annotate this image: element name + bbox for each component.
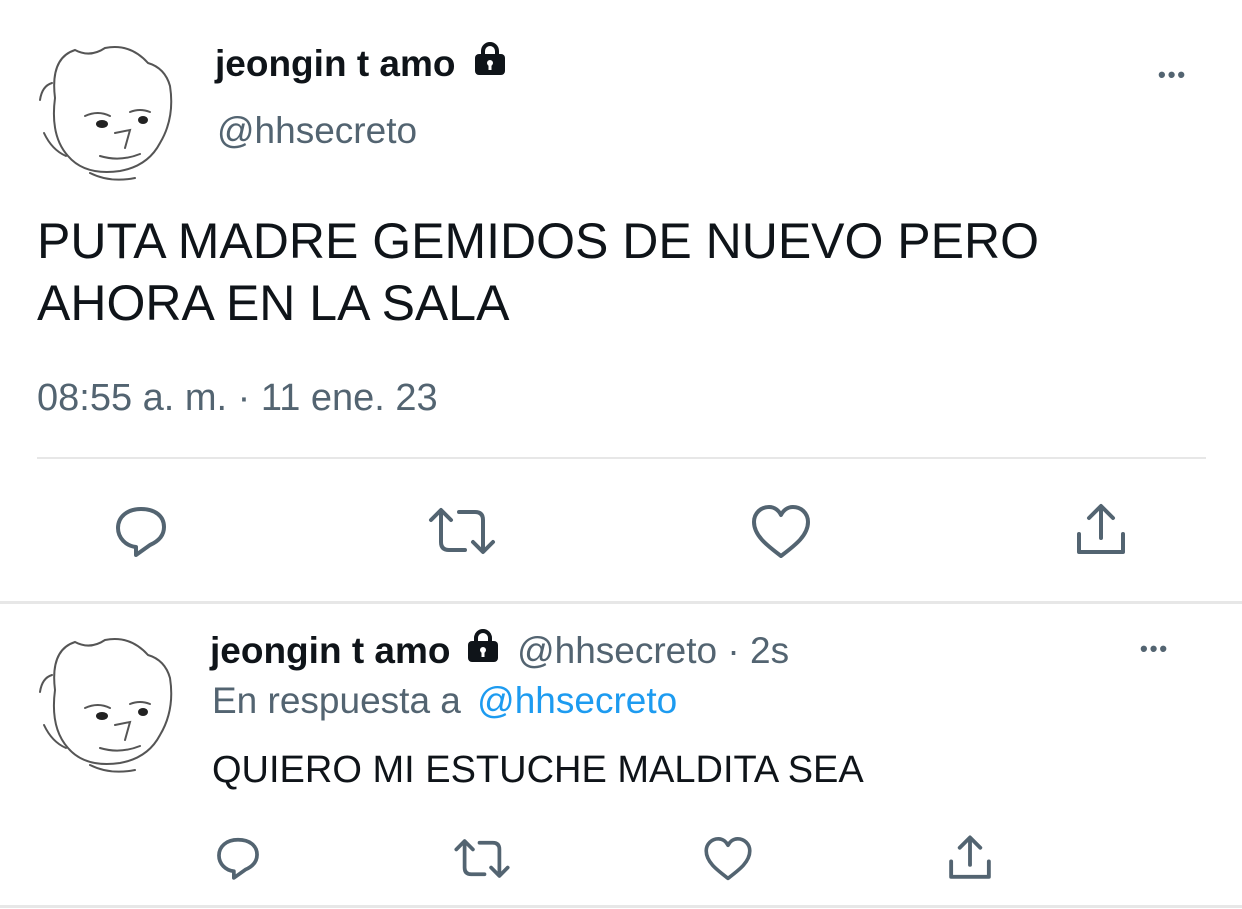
main-reply-button[interactable]	[112, 502, 170, 560]
reply-like-button[interactable]	[703, 836, 753, 882]
reply-prefix: En respuesta a	[212, 680, 461, 721]
lock-icon	[465, 628, 501, 672]
avatar-cat-face-icon	[39, 46, 173, 181]
reply-more-icon[interactable]: •••	[1140, 634, 1169, 664]
reply-to-link[interactable]: @hhsecreto	[477, 680, 677, 721]
retweet-icon	[454, 839, 510, 878]
main-retweet-button[interactable]	[427, 504, 497, 558]
reply-reply-button[interactable]	[214, 834, 262, 882]
share-icon	[949, 835, 991, 879]
reply-display-name[interactable]: jeongin t amo	[210, 630, 451, 671]
like-icon	[704, 837, 752, 881]
bottom-divider	[0, 905, 1242, 908]
main-tweet-text-line2: AHORA EN LA SALA	[37, 275, 510, 331]
main-like-button[interactable]	[750, 504, 812, 560]
reply-header-row: jeongin t amo @hhsecreto · 2s	[210, 628, 789, 672]
main-tweet-text: PUTA MADRE GEMIDOS DE NUEVO PERO AHORA E…	[37, 210, 1039, 334]
like-icon	[752, 505, 810, 558]
reply-retweet-button[interactable]	[453, 836, 511, 881]
main-share-button[interactable]	[1073, 502, 1129, 558]
avatar-cat-face-icon	[39, 638, 173, 773]
reply-icon	[116, 507, 166, 557]
main-avatar[interactable]	[30, 38, 180, 183]
reply-icon	[217, 837, 259, 880]
reply-share-button[interactable]	[946, 834, 994, 882]
main-display-name: jeongin t amo	[215, 43, 456, 84]
main-display-name-row[interactable]: jeongin t amo	[215, 42, 508, 84]
reply-avatar[interactable]	[30, 630, 180, 775]
main-handle[interactable]: @hhsecreto	[217, 110, 417, 152]
share-icon	[1077, 504, 1125, 554]
main-divider	[37, 457, 1206, 459]
reply-tweet-text: QUIERO MI ESTUCHE MALDITA SEA	[212, 749, 864, 791]
reply-handle-time[interactable]: @hhsecreto · 2s	[517, 630, 789, 671]
section-divider	[0, 601, 1242, 604]
main-timestamp[interactable]: 08:55 a. m. · 11 ene. 23	[37, 376, 438, 420]
main-tweet-text-line1: PUTA MADRE GEMIDOS DE NUEVO PERO	[37, 213, 1040, 269]
retweet-icon	[429, 508, 495, 554]
reply-context: En respuesta a @hhsecreto	[212, 680, 677, 722]
lock-icon	[472, 42, 508, 84]
main-more-icon[interactable]: •••	[1158, 60, 1187, 90]
